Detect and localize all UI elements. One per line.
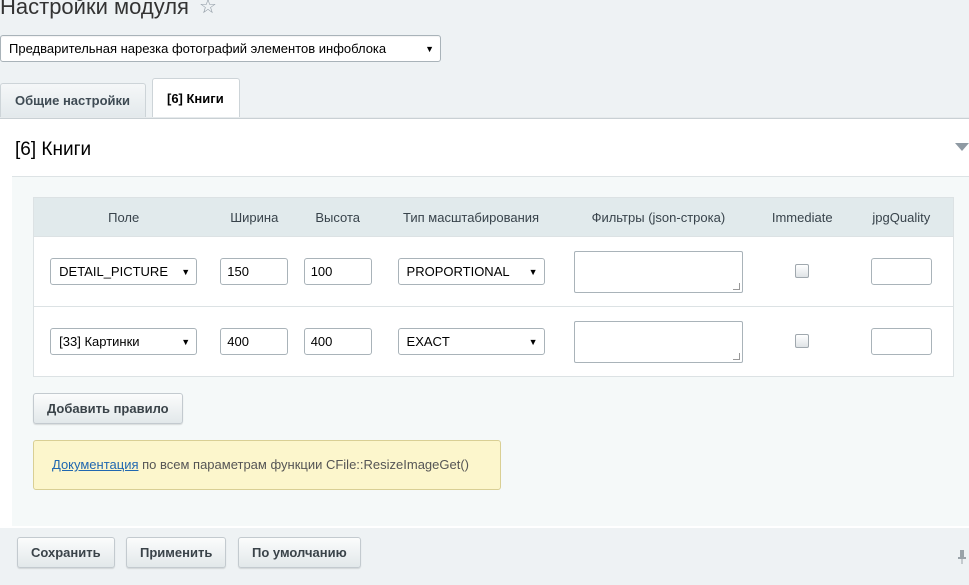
scale-type-value: PROPORTIONAL <box>406 264 510 279</box>
default-button[interactable]: По умолчанию <box>238 537 361 568</box>
chevron-down-icon: ▼ <box>181 336 191 347</box>
jpg-quality-input[interactable] <box>870 258 932 285</box>
filters-cell <box>561 306 755 377</box>
module-select[interactable]: Предварительная нарезка фотографий элеме… <box>0 35 441 62</box>
tab-general-settings[interactable]: Общие настройки <box>0 83 146 117</box>
settings-panel: [6] Книги Поле Ширина Высота Тип масштаб… <box>0 118 969 528</box>
chevron-down-icon: ▼ <box>425 43 434 54</box>
scale-type-cell: EXACT ▼ <box>380 306 562 377</box>
filters-cell <box>561 236 755 307</box>
apply-button[interactable]: Применить <box>126 537 227 568</box>
resize-grip-icon[interactable] <box>732 282 740 290</box>
width-cell: 150 <box>213 236 296 307</box>
scale-type-select[interactable]: PROPORTIONAL ▼ <box>397 258 545 285</box>
width-input[interactable]: 400 <box>220 328 289 355</box>
footer-bar: Сохранить Применить По умолчанию <box>0 528 969 585</box>
scale-type-cell: PROPORTIONAL ▼ <box>380 236 562 307</box>
column-header-width: Ширина <box>213 197 296 237</box>
tab-books[interactable]: [6] Книги <box>152 78 240 118</box>
collapse-icon[interactable] <box>955 143 969 151</box>
column-header-filters: Фильтры (json-строка) <box>561 197 755 237</box>
column-header-height: Высота <box>295 197 381 237</box>
column-header-immediate: Immediate <box>754 197 850 237</box>
rules-container: Поле Ширина Высота Тип масштабирования Ф… <box>12 176 969 526</box>
scale-type-select[interactable]: EXACT ▼ <box>397 328 545 355</box>
pin-icon[interactable] <box>958 550 966 564</box>
filters-textarea[interactable] <box>573 320 743 363</box>
jpg-quality-cell <box>849 236 954 307</box>
height-cell: 400 <box>295 306 381 377</box>
rules-table: Поле Ширина Высота Тип масштабирования Ф… <box>33 197 954 377</box>
height-input[interactable]: 400 <box>303 328 372 355</box>
documentation-note: Документация по всем параметрам функции … <box>33 440 501 490</box>
documentation-link[interactable]: Документация <box>52 457 139 472</box>
filters-textarea[interactable] <box>573 250 743 293</box>
immediate-checkbox[interactable] <box>795 334 810 349</box>
add-rule-button[interactable]: Добавить правило <box>33 393 183 424</box>
module-select-value: Предварительная нарезка фотографий элеме… <box>9 41 387 56</box>
field-select-value: DETAIL_PICTURE <box>59 264 168 279</box>
page-title-text: Настройки модуля <box>0 0 189 19</box>
immediate-checkbox[interactable] <box>795 264 810 279</box>
field-select[interactable]: [33] Картинки ▼ <box>50 328 198 355</box>
immediate-cell <box>754 236 850 307</box>
immediate-cell <box>754 306 850 377</box>
column-header-scale-type: Тип масштабирования <box>380 197 562 237</box>
scale-type-value: EXACT <box>406 334 450 349</box>
save-button[interactable]: Сохранить <box>17 537 115 568</box>
column-header-jpg-quality: jpgQuality <box>849 197 954 237</box>
page-title: Настройки модуля ☆ <box>0 0 217 20</box>
field-cell: DETAIL_PICTURE ▼ <box>33 236 214 307</box>
width-cell: 400 <box>213 306 296 377</box>
height-cell: 100 <box>295 236 381 307</box>
width-input[interactable]: 150 <box>220 258 289 285</box>
star-icon[interactable]: ☆ <box>199 0 217 19</box>
column-header-field: Поле <box>33 197 214 237</box>
documentation-note-text: по всем параметрам функции CFile::Resize… <box>138 457 469 472</box>
field-cell: [33] Картинки ▼ <box>33 306 214 377</box>
field-select[interactable]: DETAIL_PICTURE ▼ <box>50 258 198 285</box>
height-input[interactable]: 100 <box>303 258 372 285</box>
field-select-value: [33] Картинки <box>59 334 140 349</box>
chevron-down-icon: ▼ <box>528 336 538 347</box>
jpg-quality-input[interactable] <box>870 328 932 355</box>
table-row: DETAIL_PICTURE ▼ 150 100 PROPORTIONAL ▼ <box>33 236 954 307</box>
jpg-quality-cell <box>849 306 954 377</box>
chevron-down-icon: ▼ <box>528 266 538 277</box>
table-header-row: Поле Ширина Высота Тип масштабирования Ф… <box>33 197 954 237</box>
resize-grip-icon[interactable] <box>732 352 740 360</box>
table-row: [33] Картинки ▼ 400 400 EXACT ▼ <box>33 306 954 377</box>
chevron-down-icon: ▼ <box>181 266 191 277</box>
section-title: [6] Книги <box>15 139 92 160</box>
